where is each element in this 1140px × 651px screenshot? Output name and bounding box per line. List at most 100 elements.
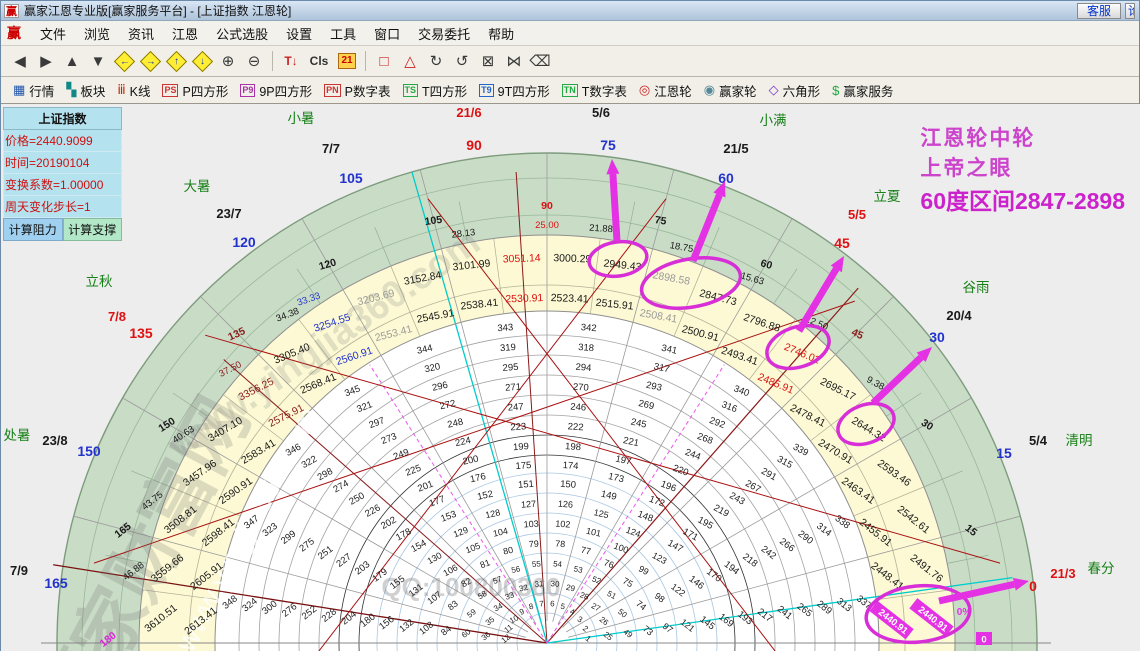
cls-button[interactable]: Cls xyxy=(305,50,333,72)
svg-text:处暑: 处暑 xyxy=(4,428,31,443)
menu-item-资讯[interactable]: 资讯 xyxy=(119,21,163,46)
menu-item-浏览[interactable]: 浏览 xyxy=(75,21,119,46)
quotes-icon: ▦ xyxy=(13,82,26,97)
menu-item-帮助[interactable]: 帮助 xyxy=(479,21,523,46)
t-number-table-button[interactable]: TN T数字表 xyxy=(561,81,627,100)
p-number-table-button[interactable]: PN P数字表 xyxy=(324,81,391,100)
p-square-button[interactable]: PS P四方形 xyxy=(162,81,228,100)
step-left-button[interactable]: ← xyxy=(112,50,136,72)
svg-text:3051.14: 3051.14 xyxy=(503,252,542,265)
winner-service-button[interactable]: $ 赢家服务 xyxy=(832,81,893,100)
p-number-table-label: P数字表 xyxy=(344,84,391,99)
svg-text:谷雨: 谷雨 xyxy=(963,280,990,295)
step-row: 周天变化步长=1 xyxy=(3,196,122,218)
svg-text:大暑: 大暑 xyxy=(184,179,211,194)
nav-down-button[interactable]: ▼ xyxy=(86,50,110,72)
kline-button[interactable]: ⅲ K线 xyxy=(117,81,150,100)
instrument-info-panel: 上证指数 价格=2440.9099 时间=20190104 变换系数=1.000… xyxy=(3,107,122,241)
gann-wheel-icon: ◎ xyxy=(638,82,651,97)
svg-text:271: 271 xyxy=(505,382,522,394)
customer-service-button[interactable]: 客服 xyxy=(1076,3,1121,19)
app-logo-icon: 赢 xyxy=(4,3,19,18)
menu-item-工具[interactable]: 工具 xyxy=(321,21,365,46)
erase-tool-button[interactable]: ⌫ xyxy=(528,50,552,72)
forum-button[interactable]: 论坛 xyxy=(1125,3,1135,19)
svg-text:199: 199 xyxy=(513,441,530,453)
svg-text:25.00: 25.00 xyxy=(535,220,559,231)
svg-text:150: 150 xyxy=(77,443,101,459)
center-tool-button[interactable]: ⋈ xyxy=(502,50,526,72)
t-square-button[interactable]: TS T四方形 xyxy=(402,81,467,100)
nav-up-button[interactable]: ▲ xyxy=(60,50,84,72)
9t-square-button[interactable]: T9 9T四方形 xyxy=(479,81,550,100)
window-buttons: 客服 论坛 xyxy=(1076,3,1135,19)
svg-text:342: 342 xyxy=(580,322,597,334)
calc-support-button[interactable]: 计算支撑 xyxy=(62,218,122,241)
menu-item-设置[interactable]: 设置 xyxy=(277,21,321,46)
svg-text:15: 15 xyxy=(996,445,1012,461)
sectors-icon: ▚ xyxy=(66,82,77,97)
svg-text:5/4: 5/4 xyxy=(1029,433,1048,448)
svg-text:2530.91: 2530.91 xyxy=(505,292,544,305)
t-square-icon: TS xyxy=(402,83,419,97)
wheel-annotation-text: 江恩轮中轮 上帝之眼 60度区间2847-2898 xyxy=(920,122,1125,216)
application-window: 赢 赢家江恩专业版[赢家服务平台] - [上证指数 江恩轮] 客服 论坛 赢 文… xyxy=(0,0,1140,651)
svg-text:54: 54 xyxy=(553,559,563,569)
menu-item-公式选股[interactable]: 公式选股 xyxy=(207,21,277,46)
svg-text:270: 270 xyxy=(573,382,590,394)
svg-text:清明: 清明 xyxy=(1066,433,1093,448)
zoom-in-button[interactable]: ⊕ xyxy=(216,50,240,72)
nav-right-button[interactable]: ▶ xyxy=(34,50,58,72)
9t-square-label: 9T四方形 xyxy=(497,84,550,99)
zoom-out-button[interactable]: ⊖ xyxy=(242,50,266,72)
svg-text:222: 222 xyxy=(567,421,584,433)
step-up-button[interactable]: ↑ xyxy=(164,50,188,72)
winner-wheel-icon: ◉ xyxy=(703,82,716,97)
kline-icon: ⅲ xyxy=(117,82,126,97)
svg-text:0: 0 xyxy=(1029,578,1037,594)
t-updown-button[interactable]: T↓ xyxy=(279,50,303,72)
winner-wheel-button[interactable]: ◉ 赢家轮 xyxy=(704,81,757,100)
svg-text:21/5: 21/5 xyxy=(723,141,748,156)
svg-text:105: 105 xyxy=(424,214,443,228)
menu-logo-icon: 赢 xyxy=(7,25,21,41)
square-tool-button[interactable]: □ xyxy=(372,50,396,72)
quotes-button[interactable]: ▦ 行情 xyxy=(13,81,54,100)
triangle-tool-button[interactable]: △ xyxy=(398,50,422,72)
conversion-factor-row: 变换系数=1.00000 xyxy=(3,174,122,196)
nav-left-button[interactable]: ◀ xyxy=(8,50,32,72)
9p-square-button[interactable]: P9 9P四方形 xyxy=(240,81,312,100)
rotate-cw-button[interactable]: ↻ xyxy=(424,50,448,72)
svg-text:21/6: 21/6 xyxy=(456,105,481,120)
calc-resistance-button[interactable]: 计算阻力 xyxy=(3,218,63,241)
svg-text:75: 75 xyxy=(600,137,616,153)
menu-item-交易委托[interactable]: 交易委托 xyxy=(409,21,479,46)
menu-item-江恩[interactable]: 江恩 xyxy=(163,21,207,46)
sectors-button[interactable]: ▚ 板块 xyxy=(66,81,105,100)
winner-wheel-label: 赢家轮 xyxy=(719,84,757,99)
hexagon-button[interactable]: ◇ 六角形 xyxy=(769,81,821,100)
svg-text:7/9: 7/9 xyxy=(10,563,28,578)
svg-text:春分: 春分 xyxy=(1088,561,1115,576)
price-row: 价格=2440.9099 xyxy=(3,130,122,152)
svg-text:75: 75 xyxy=(654,214,667,228)
box-select-button[interactable]: ⊠ xyxy=(476,50,500,72)
svg-text:立夏: 立夏 xyxy=(874,189,902,204)
svg-text:小暑: 小暑 xyxy=(288,111,315,126)
menu-item-窗口[interactable]: 窗口 xyxy=(365,21,409,46)
highlight-arrow xyxy=(609,173,621,242)
annotation-line3: 60度区间2847-2898 xyxy=(920,188,1125,214)
winner-service-icon: $ xyxy=(832,82,840,98)
step-right-button[interactable]: → xyxy=(138,50,162,72)
calendar-button[interactable]: 21 xyxy=(335,50,359,72)
svg-text:151: 151 xyxy=(518,479,535,491)
svg-text:246: 246 xyxy=(570,401,587,413)
step-down-button[interactable]: ↓ xyxy=(190,50,214,72)
svg-text:198: 198 xyxy=(565,441,582,453)
gann-wheel-button[interactable]: ◎ 江恩轮 xyxy=(639,81,692,100)
svg-text:55: 55 xyxy=(532,559,542,569)
menu-item-文件[interactable]: 文件 xyxy=(31,21,75,46)
rotate-ccw-button[interactable]: ↺ xyxy=(450,50,474,72)
p-number-table-icon: PN xyxy=(324,83,341,97)
svg-text:80: 80 xyxy=(502,545,514,557)
